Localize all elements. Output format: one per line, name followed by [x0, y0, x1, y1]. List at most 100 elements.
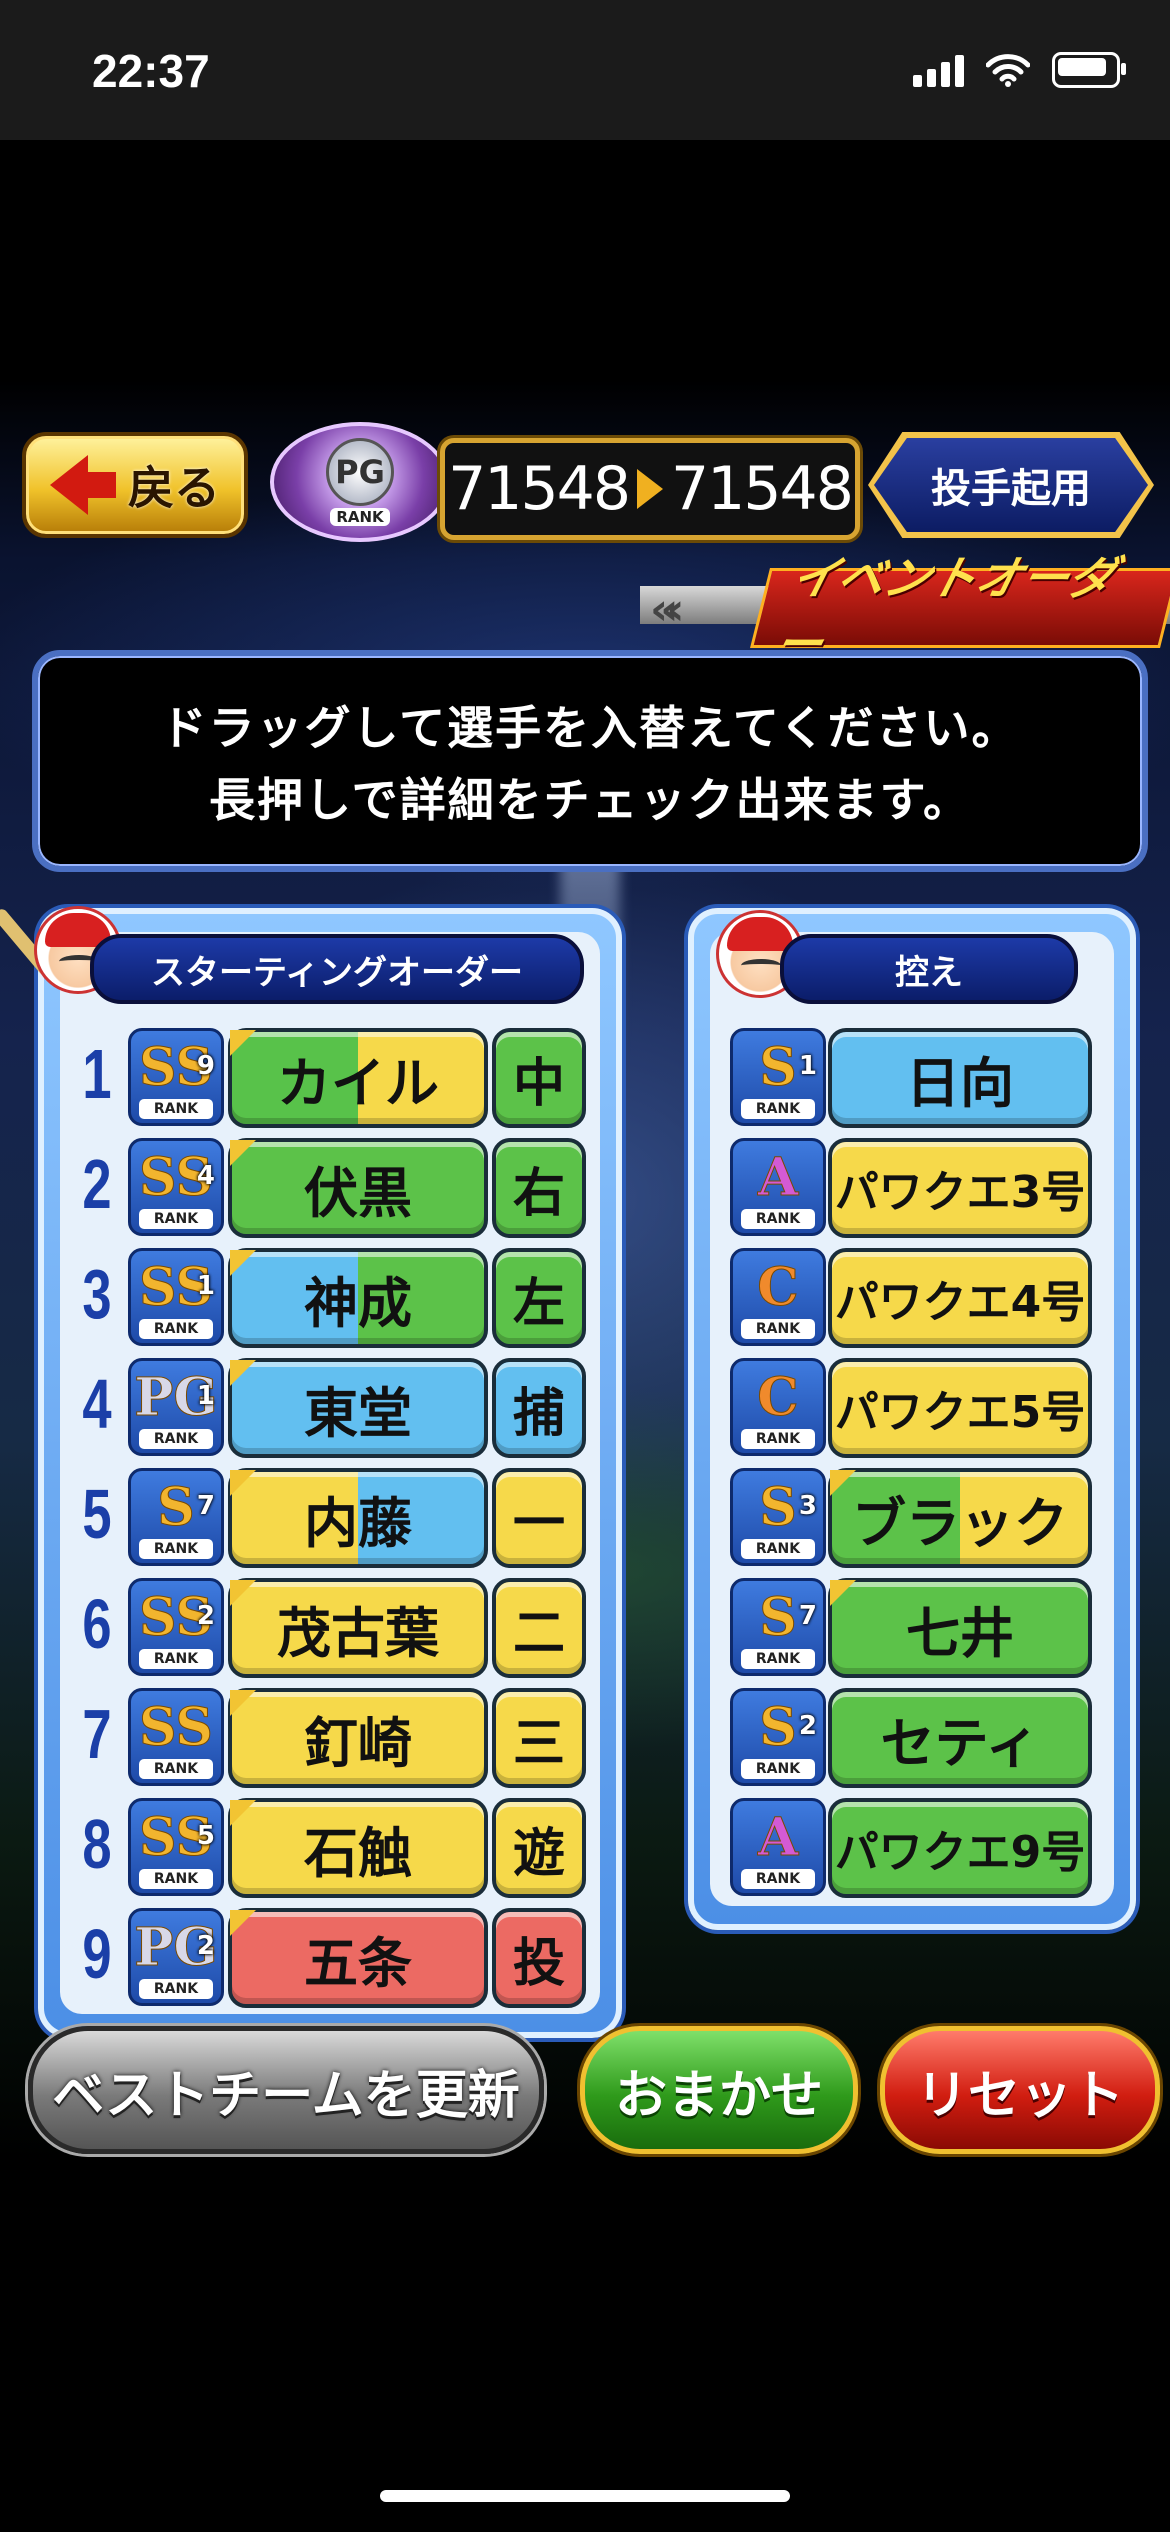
rank-level: 7 — [196, 1491, 215, 1521]
home-indicator[interactable] — [380, 2490, 790, 2502]
player-tag-corner — [230, 1910, 256, 1936]
back-button-label: 戻る — [128, 461, 220, 515]
bench-player-name-text: パワクエ9号 — [834, 1827, 1086, 1878]
player-position[interactable]: 中 — [492, 1028, 586, 1128]
rank-label: RANK — [139, 1759, 213, 1779]
player-position[interactable]: 二 — [492, 1578, 586, 1678]
player-position[interactable]: 右 — [492, 1138, 586, 1238]
rank-label: RANK — [139, 1209, 213, 1229]
player-name[interactable]: 五条 — [228, 1908, 488, 2008]
player-position[interactable]: 一 — [492, 1468, 586, 1568]
rank-letter: C — [757, 1366, 799, 1428]
player-name-text: 茂古葉 — [277, 1601, 439, 1665]
player-tag-corner — [230, 1250, 256, 1276]
instruction-box: ドラッグして選手を入替えてください。 長押しで詳細をチェック出来ます。 — [32, 650, 1148, 872]
player-name-text: 石触 — [304, 1821, 412, 1885]
player-tag-corner — [230, 1140, 256, 1166]
rank-badge: A RANK — [730, 1798, 826, 1896]
player-position[interactable]: 左 — [492, 1248, 586, 1348]
player-name[interactable]: 神成 — [228, 1248, 488, 1348]
score-current: 71548 — [448, 454, 631, 524]
rank-badge: SS 1 RANK — [128, 1248, 224, 1346]
batting-order-number: 7 — [82, 1695, 112, 1773]
batting-order-number: 5 — [82, 1475, 112, 1553]
rank-label: RANK — [139, 1099, 213, 1119]
omakase-button[interactable]: おまかせ — [580, 2026, 858, 2154]
rank-badge: C RANK — [730, 1248, 826, 1346]
rank-badge: SS 4 RANK — [128, 1138, 224, 1236]
player-name[interactable]: 釘崎 — [228, 1688, 488, 1788]
player-name-text: 伏黒 — [304, 1161, 412, 1225]
rank-label: RANK — [139, 1649, 213, 1669]
back-button[interactable]: 戻る — [22, 432, 248, 538]
rank-level: 1 — [196, 1271, 215, 1301]
rank-level: 4 — [196, 1161, 215, 1191]
player-position[interactable]: 捕 — [492, 1358, 586, 1458]
bench-player-name[interactable]: パワクエ3号 — [828, 1138, 1092, 1238]
player-name[interactable]: カイル — [228, 1028, 488, 1128]
pitcher-button[interactable]: 投手起用 — [868, 432, 1154, 538]
player-name[interactable]: 内藤 — [228, 1468, 488, 1568]
player-name-text: 神成 — [304, 1271, 412, 1335]
player-position[interactable]: 投 — [492, 1908, 586, 2008]
rank-badge: PG 1 RANK — [128, 1358, 224, 1456]
bench-player-name-text: パワクエ5号 — [834, 1387, 1086, 1438]
rank-badge: S 2 RANK — [730, 1688, 826, 1786]
bench-player-name[interactable]: 七井 — [828, 1578, 1092, 1678]
player-tag-corner — [230, 1580, 256, 1606]
update-best-team-button[interactable]: ベストチームを更新 — [28, 2026, 544, 2154]
bench-player-name-text: パワクエ3号 — [834, 1167, 1086, 1218]
team-rank-label: RANK — [330, 508, 390, 526]
bench-player-name[interactable]: ブラック — [828, 1468, 1092, 1568]
rank-label: RANK — [139, 1869, 213, 1889]
bench-player-name-text: セティ — [880, 1711, 1040, 1775]
bench-player-name[interactable]: パワクエ5号 — [828, 1358, 1092, 1458]
rank-level: 3 — [798, 1491, 817, 1521]
bench-player-name-text: 七井 — [906, 1601, 1014, 1665]
bench-player-name[interactable]: パワクエ9号 — [828, 1798, 1092, 1898]
player-name-text: 東堂 — [304, 1381, 412, 1445]
back-arrow-icon — [50, 455, 116, 515]
player-position[interactable]: 三 — [492, 1688, 586, 1788]
batting-order-number: 9 — [82, 1915, 112, 1993]
wifi-icon — [986, 54, 1030, 87]
rank-label: RANK — [139, 1319, 213, 1339]
rank-label: RANK — [741, 1539, 815, 1559]
rank-level: 9 — [196, 1051, 215, 1081]
rank-label: RANK — [741, 1759, 815, 1779]
player-name[interactable]: 伏黒 — [228, 1138, 488, 1238]
rank-badge: S 3 RANK — [730, 1468, 826, 1566]
battery-icon — [1052, 52, 1126, 88]
rank-label: RANK — [741, 1099, 815, 1119]
rank-label: RANK — [741, 1319, 815, 1339]
reset-button[interactable]: リセット — [880, 2026, 1160, 2154]
pitcher-button-label: 投手起用 — [874, 438, 1148, 532]
arrow-right-icon — [637, 469, 663, 509]
rank-level: 2 — [196, 1601, 215, 1631]
player-name[interactable]: 茂古葉 — [228, 1578, 488, 1678]
rank-letter: SS — [139, 1696, 214, 1758]
player-position[interactable]: 遊 — [492, 1798, 586, 1898]
bench-player-name-text: ブラック — [852, 1491, 1068, 1555]
bench-player-name[interactable]: 日向 — [828, 1028, 1092, 1128]
batting-order-number: 2 — [82, 1145, 112, 1223]
rank-label: RANK — [139, 1979, 213, 1999]
batting-order-number: 1 — [82, 1035, 112, 1113]
player-name[interactable]: 東堂 — [228, 1358, 488, 1458]
bench-player-name-text: 日向 — [906, 1051, 1014, 1115]
team-rank-emblem: PG RANK — [270, 422, 450, 542]
rank-label: RANK — [139, 1429, 213, 1449]
player-tag-corner — [230, 1360, 256, 1386]
cellular-signal-icon — [913, 53, 964, 87]
rank-level: 1 — [196, 1381, 215, 1411]
starting-order-title: スターティングオーダー — [90, 934, 584, 1004]
player-name-text: 内藤 — [304, 1491, 412, 1555]
instruction-line-1: ドラッグして選手を入替えてください。 — [160, 701, 1020, 755]
rank-level: 7 — [798, 1601, 817, 1631]
bench-player-name[interactable]: パワクエ4号 — [828, 1248, 1092, 1348]
player-name[interactable]: 石触 — [228, 1798, 488, 1898]
player-name-text: カイル — [277, 1051, 439, 1115]
bench-player-name[interactable]: セティ — [828, 1688, 1092, 1788]
batting-order-number: 8 — [82, 1805, 112, 1883]
batting-order-number: 6 — [82, 1585, 112, 1663]
